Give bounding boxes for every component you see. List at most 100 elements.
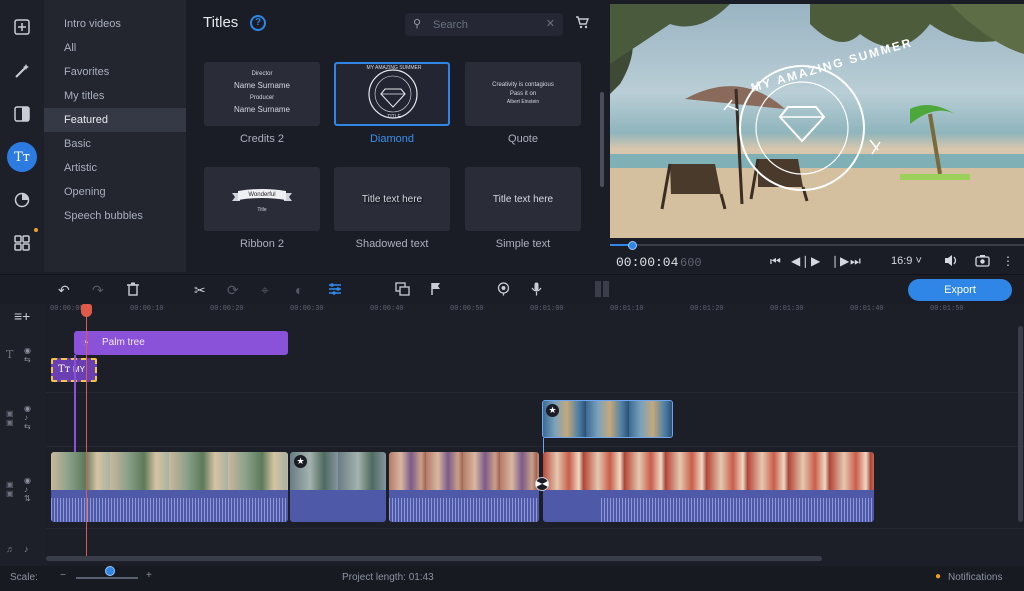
titles-panel: Titles ? ⚲ ✕ Director Name Surname Produ… bbox=[186, 0, 606, 272]
star-icon: ★ bbox=[546, 404, 559, 417]
category-intro-videos[interactable]: Intro videos bbox=[44, 12, 186, 36]
tile-mini-text: Pass it on bbox=[509, 91, 537, 97]
track-visibility-icon[interactable]: ◉ ⇆ bbox=[24, 346, 31, 364]
chevron-down-icon: ˅ bbox=[915, 255, 922, 267]
seek-bar[interactable] bbox=[610, 244, 1024, 246]
category-basic[interactable]: Basic bbox=[44, 132, 186, 156]
zoom-in-icon[interactable]: + bbox=[146, 570, 152, 581]
tool-rail: Tт bbox=[0, 0, 44, 272]
ruler-tick: 00:00:10 bbox=[130, 305, 164, 313]
skip-to-start-icon[interactable]: ⏮ bbox=[770, 254, 781, 269]
clip-audio-waveform bbox=[389, 490, 539, 522]
delete-icon[interactable] bbox=[127, 282, 139, 299]
category-featured[interactable]: Featured bbox=[44, 108, 186, 132]
redo-icon[interactable]: ↷ bbox=[92, 282, 104, 299]
marker-flag-icon[interactable] bbox=[430, 282, 442, 299]
titles-icon[interactable]: Tт bbox=[7, 142, 37, 172]
rotate-icon[interactable]: ⟳ bbox=[227, 282, 239, 299]
category-speech-bubbles[interactable]: Speech bubbles bbox=[44, 204, 186, 228]
snapshot-camera-icon[interactable] bbox=[975, 254, 990, 270]
record-webcam-icon[interactable] bbox=[497, 282, 510, 299]
overlay-video-clip[interactable]: ★ bbox=[542, 400, 673, 438]
ruler-tick: 00:01:30 bbox=[770, 305, 804, 313]
next-frame-icon[interactable]: ❘▶ bbox=[830, 254, 849, 268]
title-tile-quote[interactable]: Creativity is contagious Pass it on Albe… bbox=[465, 62, 581, 126]
ruler-tick: 00:01:20 bbox=[690, 305, 724, 313]
waveform bbox=[389, 498, 539, 522]
category-artistic[interactable]: Artistic bbox=[44, 156, 186, 180]
tile-label-selected: Diamond bbox=[369, 133, 415, 145]
category-favorites[interactable]: Favorites bbox=[44, 60, 186, 84]
track-mute-icon[interactable]: ♪ bbox=[24, 544, 29, 554]
crop-icon[interactable]: ⌖ bbox=[261, 282, 269, 299]
export-button[interactable]: Export bbox=[908, 279, 1012, 301]
bell-icon: ● bbox=[935, 571, 942, 582]
title-tile-diamond[interactable]: MY AMAZING SUMMER TITLE bbox=[334, 62, 450, 126]
tile-mini-text: Name Surname bbox=[233, 81, 291, 90]
scale-slider[interactable] bbox=[76, 577, 138, 579]
tile-mini-text: MY AMAZING SUMMER bbox=[366, 65, 422, 71]
add-track-icon[interactable]: ≡+ bbox=[14, 308, 30, 324]
panel-title: Titles bbox=[203, 14, 239, 31]
scale-slider-handle[interactable] bbox=[105, 566, 115, 576]
clip-thumbnails bbox=[543, 452, 874, 490]
tile-label: Shadowed text bbox=[355, 238, 429, 250]
track-controls-icon[interactable]: ◉ ♪ ⇅ bbox=[24, 476, 31, 503]
overlay-icon[interactable] bbox=[395, 282, 410, 299]
tile-mini-text: Title bbox=[257, 207, 267, 213]
titles-scrollbar[interactable] bbox=[600, 92, 604, 187]
help-icon[interactable]: ? bbox=[250, 15, 266, 31]
timecode-frames: 600 bbox=[680, 256, 702, 270]
previous-frame-icon[interactable]: ◀❘ bbox=[791, 254, 810, 268]
editing-toolbar: ↶ ↷ ✂ ⟳ ⌖ ◐ bbox=[0, 274, 1024, 304]
title-tile-shadowed-text[interactable]: Title text here bbox=[334, 167, 450, 231]
volume-icon[interactable] bbox=[944, 254, 959, 270]
timeline-horizontal-scrollbar[interactable] bbox=[46, 556, 822, 561]
color-adjust-icon[interactable]: ◐ bbox=[295, 282, 303, 298]
ruler-tick: 00:00:00 bbox=[50, 305, 84, 313]
microphone-icon[interactable] bbox=[531, 282, 542, 299]
title-clip-palm-tree[interactable]: ◔ Palm tree bbox=[74, 331, 288, 355]
clear-search-icon[interactable]: ✕ bbox=[546, 17, 555, 30]
stickers-icon[interactable] bbox=[7, 185, 37, 215]
aspect-ratio-value: 16:9 bbox=[891, 255, 913, 267]
search-box: ⚲ ✕ bbox=[405, 13, 563, 36]
zoom-out-icon[interactable]: − bbox=[60, 570, 66, 581]
import-icon[interactable] bbox=[7, 12, 37, 42]
clip-properties-icon[interactable] bbox=[328, 282, 342, 299]
title-tile-credits-2[interactable]: Director Name Surname Producer Name Surn… bbox=[204, 62, 320, 126]
video-clip-2[interactable]: ★ bbox=[290, 452, 386, 522]
search-input[interactable] bbox=[433, 15, 543, 34]
video-editor: Tт Intro videos All Favorites My titles … bbox=[0, 0, 1024, 591]
playhead-line bbox=[86, 306, 87, 556]
video-clip-3[interactable] bbox=[389, 452, 539, 522]
title-tile-ribbon-2[interactable]: Wonderful Title bbox=[204, 167, 320, 231]
clip-label: Palm tree bbox=[102, 337, 145, 348]
playhead-handle[interactable] bbox=[81, 304, 92, 317]
cart-icon[interactable] bbox=[575, 16, 590, 32]
play-icon[interactable]: ▶ bbox=[811, 254, 820, 268]
video-clip-4[interactable] bbox=[543, 452, 874, 522]
title-tile-simple-text[interactable]: Title text here bbox=[465, 167, 581, 231]
track-controls-icon[interactable]: ◉ ♪ ⇆ bbox=[24, 404, 31, 431]
aspect-ratio-select[interactable]: 16:9 ˅ bbox=[891, 255, 922, 267]
category-my-titles[interactable]: My titles bbox=[44, 84, 186, 108]
cut-icon[interactable]: ✂ bbox=[194, 282, 206, 299]
transitions-icon[interactable] bbox=[7, 99, 37, 129]
transition-icon[interactable]: ▶◀ bbox=[535, 477, 549, 491]
undo-icon[interactable]: ↶ bbox=[58, 282, 70, 299]
scale-label: Scale: bbox=[10, 572, 38, 583]
category-opening[interactable]: Opening bbox=[44, 180, 186, 204]
seek-handle[interactable] bbox=[628, 241, 637, 250]
skip-to-end-icon[interactable]: ⏭ bbox=[850, 254, 861, 269]
notifications-button[interactable]: Notifications bbox=[948, 572, 1002, 583]
tile-label: Ribbon 2 bbox=[239, 238, 285, 250]
split-screen-icon[interactable] bbox=[594, 280, 610, 301]
more-options-icon[interactable]: ⋮ bbox=[1002, 254, 1014, 268]
magic-wand-icon[interactable] bbox=[7, 56, 37, 86]
category-all[interactable]: All bbox=[44, 36, 186, 60]
tile-label: Simple text bbox=[495, 238, 551, 250]
more-tools-icon[interactable] bbox=[7, 228, 37, 258]
timeline-vertical-scrollbar[interactable] bbox=[1018, 326, 1023, 522]
tile-mini-text: Albert Einstein bbox=[506, 99, 540, 105]
